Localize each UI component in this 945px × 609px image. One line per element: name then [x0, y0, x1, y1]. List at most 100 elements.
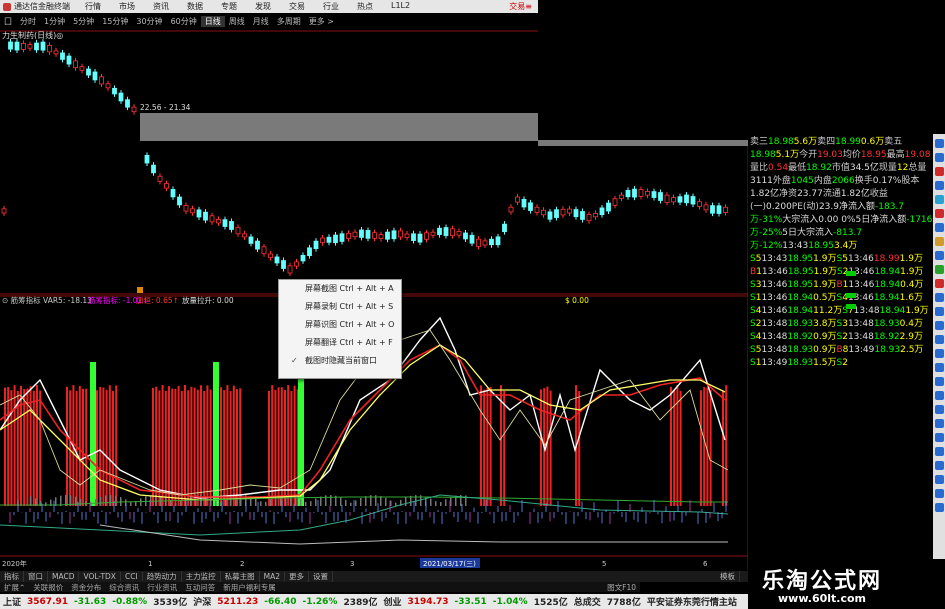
f10-tab[interactable]: 图文F10	[603, 582, 640, 593]
toolbar-icon[interactable]	[934, 139, 944, 148]
candle	[86, 68, 91, 76]
flow-bar	[846, 304, 856, 309]
tick-price: 18.94	[873, 293, 900, 303]
event-marker-icon[interactable]	[137, 287, 143, 293]
signal-bar	[78, 385, 81, 506]
right-toolbar	[933, 134, 945, 590]
toolbar-icon[interactable]	[934, 181, 944, 190]
toolbar-icon[interactable]	[934, 391, 944, 400]
toolbar-icon[interactable]	[934, 419, 944, 428]
template-tab[interactable]: 模板	[716, 571, 740, 582]
toolbar-icon[interactable]	[934, 335, 944, 344]
toolbar-icon[interactable]	[934, 209, 944, 218]
volume-bar	[380, 496, 382, 506]
tick-time: 13:48	[761, 332, 788, 342]
candle	[417, 233, 423, 243]
indicator-tab[interactable]: 指标	[0, 571, 24, 582]
info-tab[interactable]: 互动问答	[181, 582, 219, 593]
context-menu-item[interactable]: 屏幕翻译 Ctrl + Alt + F	[279, 334, 401, 352]
toolbar-icon[interactable]	[934, 153, 944, 162]
candle	[151, 164, 156, 174]
toolbar-icon[interactable]	[934, 461, 944, 470]
info-tab[interactable]: 行业资讯	[143, 582, 181, 593]
stat-value: 2066	[831, 176, 855, 186]
toolbar-icon[interactable]	[934, 167, 944, 176]
context-menu-item[interactable]: 截图时隐藏当前窗口	[279, 352, 401, 370]
toolbar-icon[interactable]	[934, 363, 944, 372]
info-tab[interactable]: 关联报价	[29, 582, 67, 593]
indicator-tab[interactable]: MACD	[48, 572, 80, 581]
context-menu-item[interactable]: 屏幕录制 Ctrl + Alt + S	[279, 298, 401, 316]
toolbar-icon[interactable]	[934, 265, 944, 274]
buy-signal-bar	[298, 362, 304, 506]
indicator-tab[interactable]: 设置	[309, 571, 334, 582]
signal-bar	[13, 385, 16, 506]
info-tab[interactable]: 扩展⌃	[0, 582, 29, 593]
indicator-tab[interactable]: CCI	[121, 572, 143, 581]
indicator-header: 放量拉升: 0.00	[182, 295, 234, 305]
toolbar-icon[interactable]	[934, 223, 944, 232]
signal-bar	[679, 390, 682, 506]
candle	[469, 234, 475, 244]
info-tab[interactable]: 新用户福利专属	[219, 582, 280, 593]
stat-label: 量比	[750, 163, 769, 173]
signal-bar	[483, 389, 486, 506]
tick-price: 18.95	[787, 267, 814, 277]
candle	[677, 196, 683, 203]
info-tab[interactable]: 综合资讯	[105, 582, 143, 593]
toolbar-icon[interactable]	[934, 503, 944, 512]
x-axis-label: 6	[703, 560, 708, 568]
indicator-tab[interactable]: 窗口	[24, 571, 48, 582]
candle	[554, 209, 559, 218]
toolbar-icon[interactable]	[934, 293, 944, 302]
tick-price: 18.93	[873, 319, 900, 329]
volume-bar	[430, 498, 432, 506]
toolbar-icon[interactable]	[934, 321, 944, 330]
candle	[404, 233, 410, 238]
info-tab[interactable]: 资金分布	[67, 582, 105, 593]
candle	[222, 219, 228, 227]
index-value: 上证	[3, 598, 22, 608]
toolbar-icon[interactable]	[934, 237, 944, 246]
indicator-tab[interactable]: 主力监控	[182, 571, 221, 582]
indicator-tab[interactable]: MA2	[260, 572, 286, 581]
signal-bar	[293, 385, 296, 506]
volume-bar	[355, 500, 357, 506]
candle	[502, 223, 507, 233]
candle	[606, 202, 611, 212]
toolbar-icon[interactable]	[934, 433, 944, 442]
context-menu-item[interactable]: 屏幕截图 Ctrl + Alt + A	[279, 280, 401, 298]
toolbar-icon[interactable]	[934, 307, 944, 316]
toolbar-icon[interactable]	[934, 349, 944, 358]
indicator-tab[interactable]: 更多	[285, 571, 310, 582]
stat-value: 0.200	[766, 202, 792, 212]
tick-volume: 2.5万	[900, 345, 924, 355]
indicator-tab[interactable]: VOL-TDX	[79, 572, 121, 581]
index-value: 创业	[383, 598, 402, 608]
signal-bar	[29, 386, 32, 506]
signal-bar	[706, 387, 709, 506]
signal-bar	[703, 386, 706, 506]
signal-bar	[503, 390, 506, 506]
toolbar-icon[interactable]	[934, 405, 944, 414]
candle	[66, 55, 72, 65]
toolbar-icon[interactable]	[934, 447, 944, 456]
candle	[92, 71, 98, 81]
indicator-tab[interactable]: 趋势动力	[143, 571, 182, 582]
tick-price: 18.93	[787, 358, 814, 368]
tick-volume: 0.9万	[813, 345, 837, 355]
toolbar-icon[interactable]	[934, 489, 944, 498]
context-menu-item[interactable]: 屏幕识图 Ctrl + Alt + O	[279, 316, 401, 334]
toolbar-icon[interactable]	[934, 475, 944, 484]
tick-time: 13:43	[782, 241, 809, 251]
toolbar-icon[interactable]	[934, 251, 944, 260]
indicator-tab[interactable]: 私募主图	[221, 571, 260, 582]
candle	[261, 246, 267, 255]
toolbar-icon[interactable]	[934, 195, 944, 204]
candle	[8, 41, 13, 50]
volume-bar	[385, 497, 387, 506]
volume-bar	[360, 498, 362, 506]
toolbar-icon[interactable]	[934, 377, 944, 386]
volume-bar	[260, 501, 262, 506]
toolbar-icon[interactable]	[934, 279, 944, 288]
